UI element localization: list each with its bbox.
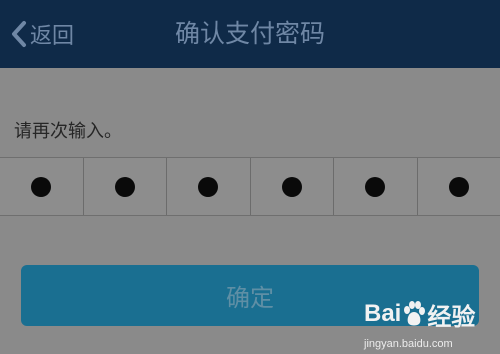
pin-digit-4[interactable] — [251, 158, 334, 215]
confirm-button-label: 确定 — [226, 284, 274, 312]
pin-dot — [365, 176, 386, 197]
pin-dot — [281, 176, 302, 197]
navigation-bar: 返回 确认支付密码 — [0, 0, 500, 68]
pin-digit-3[interactable] — [167, 158, 251, 215]
paw-icon — [404, 301, 426, 326]
pin-digit-5[interactable] — [334, 158, 418, 215]
baidu-logo: Bai 经验 — [364, 300, 476, 331]
pin-digit-2[interactable] — [84, 158, 167, 215]
watermark-url: jingyan.baidu.com — [364, 338, 453, 350]
baidu-jingyan-watermark: Bai 经验 jingyan.baidu.com — [364, 296, 492, 350]
pin-dot — [448, 176, 469, 197]
reenter-prompt: 请再次输入。 — [14, 121, 122, 142]
password-input[interactable] — [0, 157, 500, 216]
pin-digit-6[interactable] — [418, 158, 500, 215]
pin-dot — [114, 176, 135, 197]
pin-digit-1[interactable] — [0, 158, 84, 215]
pin-dot — [31, 176, 52, 197]
page-title: 确认支付密码 — [174, 19, 325, 48]
pin-dot — [198, 176, 219, 197]
